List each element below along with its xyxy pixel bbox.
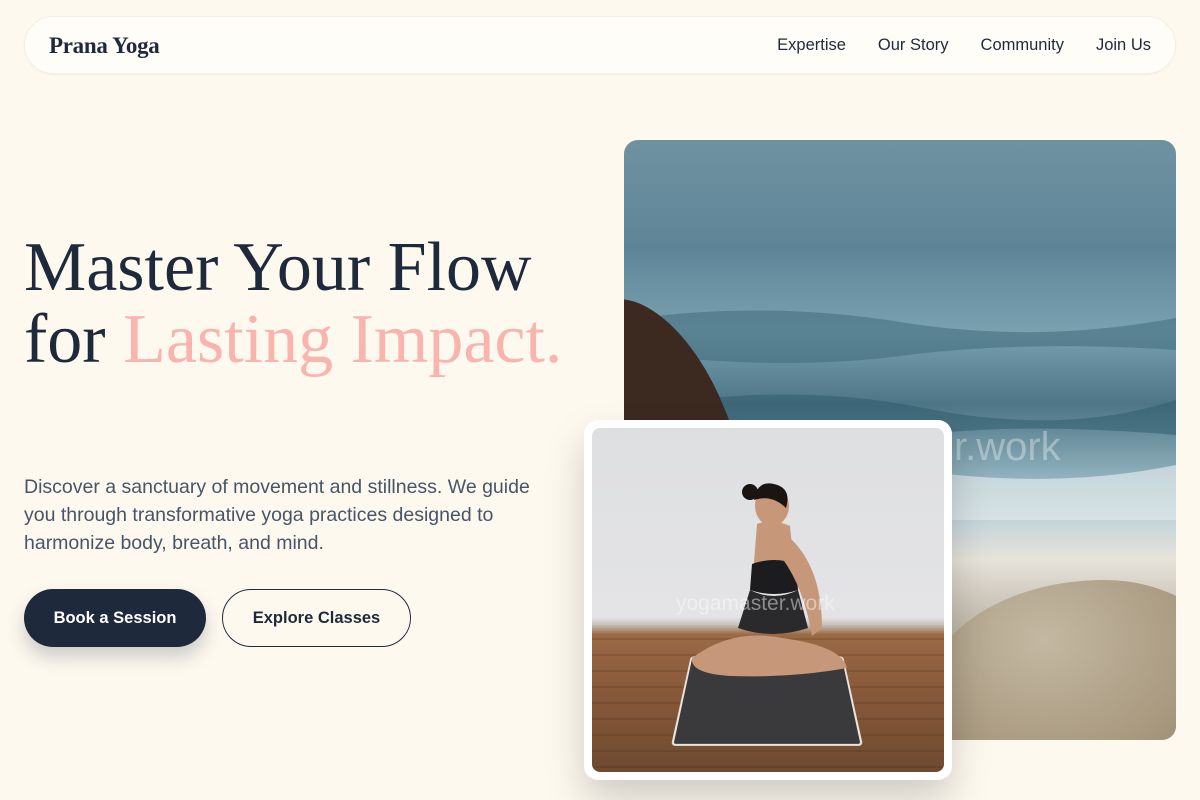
brand-logo[interactable]: Prana Yoga (49, 33, 160, 59)
explore-classes-button[interactable]: Explore Classes (222, 589, 411, 647)
nav-item-expertise[interactable]: Expertise (777, 36, 846, 55)
hero-title: Master Your Flow for Lasting Impact. (24, 232, 594, 376)
book-session-button[interactable]: Book a Session (24, 589, 206, 647)
hero-title-line1: Master Your Flow (24, 229, 532, 306)
nav-item-join-us[interactable]: Join Us (1096, 36, 1151, 55)
main-nav: Expertise Our Story Community Join Us (777, 36, 1151, 55)
sand-mound (924, 580, 1176, 740)
yoga-pose-image: yogamaster.work (592, 428, 944, 772)
hero-title-for: for (24, 301, 124, 378)
nav-item-community[interactable]: Community (981, 36, 1064, 55)
yoga-pose-card: yogamaster.work (584, 420, 952, 780)
hero-title-accent: Lasting Impact. (123, 301, 563, 378)
top-navbar: Prana Yoga Expertise Our Story Community… (24, 16, 1176, 74)
hero-description: Discover a sanctuary of movement and sti… (24, 476, 530, 554)
image-watermark: r.work (954, 425, 1061, 469)
nav-item-our-story[interactable]: Our Story (878, 36, 949, 55)
card-watermark: yogamaster.work (676, 592, 835, 615)
